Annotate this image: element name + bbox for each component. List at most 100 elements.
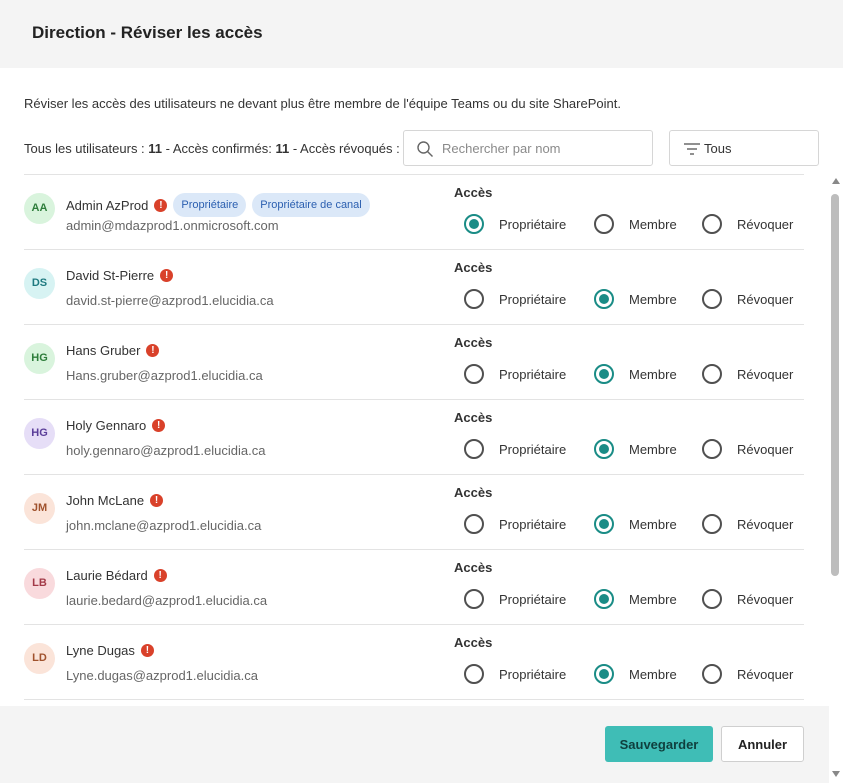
access-label: Accès: [454, 260, 493, 275]
radio-circle[interactable]: [702, 439, 722, 459]
radio-member[interactable]: Membre: [594, 289, 677, 309]
radio-member[interactable]: Membre: [594, 589, 677, 609]
user-name-line: Lyne Dugas!: [66, 643, 154, 658]
avatar: LD: [24, 643, 55, 674]
list-scrollbar[interactable]: [829, 178, 843, 783]
avatar: HG: [24, 418, 55, 449]
user-name: Holy Gennaro: [66, 418, 147, 433]
user-name-line: Hans Gruber!: [66, 343, 160, 358]
user-row: AA Admin AzProd! Propriétaire Propriétaire …: [24, 175, 804, 250]
warning-icon: !: [153, 569, 167, 582]
scroll-up-icon[interactable]: [832, 178, 840, 184]
radio-circle[interactable]: [702, 664, 722, 684]
radio-circle[interactable]: [464, 664, 484, 684]
radio-circle[interactable]: [594, 214, 614, 234]
radio-circle[interactable]: [594, 289, 614, 309]
radio-circle[interactable]: [464, 214, 484, 234]
radio-circle[interactable]: [702, 214, 722, 234]
radio-label: Révoquer: [737, 216, 794, 232]
radio-circle[interactable]: [594, 589, 614, 609]
cancel-button[interactable]: Annuler: [721, 726, 804, 762]
user-name: Lyne Dugas: [66, 643, 135, 658]
radio-member[interactable]: Membre: [594, 664, 677, 684]
warning-icon: !: [140, 644, 154, 657]
radio-label: Membre: [629, 441, 677, 457]
radio-owner[interactable]: Propriétaire: [464, 214, 566, 234]
radio-label: Propriétaire: [499, 666, 567, 682]
radio-circle[interactable]: [464, 289, 484, 309]
user-name-line: David St-Pierre!: [66, 268, 174, 283]
warning-icon: !: [160, 269, 174, 282]
summary-all-label: Tous les utilisateurs :: [24, 141, 149, 156]
user-email: admin@mdazprod1.onmicrosoft.com: [66, 218, 279, 233]
radio-revoke[interactable]: Révoquer: [702, 364, 793, 384]
radio-revoke[interactable]: Révoquer: [702, 214, 793, 234]
radio-revoke[interactable]: Révoquer: [702, 664, 793, 684]
summary-revoked-label: - Accès révoqués :: [289, 141, 404, 156]
radio-owner[interactable]: Propriétaire: [464, 664, 566, 684]
user-name-line: Admin AzProd! Propriétaire Propriétaire de…: [66, 193, 370, 217]
user-email: holy.gennaro@azprod1.elucidia.ca: [66, 443, 266, 458]
radio-label: Révoquer: [737, 291, 794, 307]
radio-owner[interactable]: Propriétaire: [464, 589, 566, 609]
radio-circle[interactable]: [464, 514, 484, 534]
radio-member[interactable]: Membre: [594, 439, 677, 459]
radio-label: Révoquer: [737, 591, 794, 607]
radio-circle[interactable]: [702, 364, 722, 384]
user-name-line: Laurie Bédard!: [66, 568, 167, 583]
user-row: LB Laurie Bédard! laurie.bedard@azprod1.el…: [24, 550, 804, 625]
radio-owner[interactable]: Propriétaire: [464, 364, 566, 384]
radio-circle[interactable]: [594, 364, 614, 384]
summary-confirmed-label: - Accès confirmés:: [162, 141, 276, 156]
search-box[interactable]: [403, 130, 653, 166]
radio-owner[interactable]: Propriétaire: [464, 289, 566, 309]
radio-circle[interactable]: [464, 364, 484, 384]
radio-revoke[interactable]: Révoquer: [702, 289, 793, 309]
dialog-description: Réviser les accès des utilisateurs ne de…: [24, 96, 621, 111]
radio-revoke[interactable]: Révoquer: [702, 514, 793, 534]
user-name: Admin AzProd: [66, 197, 149, 213]
radio-circle[interactable]: [702, 289, 722, 309]
radio-circle[interactable]: [702, 514, 722, 534]
radio-owner[interactable]: Propriétaire: [464, 439, 566, 459]
radio-circle[interactable]: [464, 589, 484, 609]
radio-label: Révoquer: [737, 516, 794, 532]
avatar: LB: [24, 568, 55, 599]
dialog-footer: Sauvegarder Annuler: [0, 706, 829, 783]
warning-icon: !: [154, 198, 168, 212]
warning-icon: !: [146, 344, 160, 357]
dialog-title: Direction - Réviser les accès: [32, 23, 263, 42]
access-label: Accès: [454, 635, 493, 650]
user-name-line: John McLane!: [66, 493, 164, 508]
access-summary: Tous les utilisateurs : 11 - Accès confi…: [24, 141, 411, 156]
radio-label: Membre: [629, 291, 677, 307]
radio-circle[interactable]: [464, 439, 484, 459]
radio-revoke[interactable]: Révoquer: [702, 589, 793, 609]
filter-dropdown[interactable]: Tous: [669, 130, 819, 166]
search-input[interactable]: [442, 137, 642, 159]
radio-circle[interactable]: [594, 514, 614, 534]
radio-label: Membre: [629, 216, 677, 232]
radio-label: Propriétaire: [499, 291, 567, 307]
user-email: david.st-pierre@azprod1.elucidia.ca: [66, 293, 274, 308]
warning-icon: !: [152, 419, 166, 432]
user-list: AA Admin AzProd! Propriétaire Propriétaire …: [24, 174, 804, 706]
radio-owner[interactable]: Propriétaire: [464, 514, 566, 534]
user-email: john.mclane@azprod1.elucidia.ca: [66, 518, 262, 533]
user-email: laurie.bedard@azprod1.elucidia.ca: [66, 593, 268, 608]
radio-revoke[interactable]: Révoquer: [702, 439, 793, 459]
radio-member[interactable]: Membre: [594, 214, 677, 234]
save-button[interactable]: Sauvegarder: [605, 726, 713, 762]
summary-confirmed-count: 11: [275, 141, 290, 156]
user-email: Lyne.dugas@azprod1.elucidia.ca: [66, 668, 258, 683]
radio-label: Membre: [629, 366, 677, 382]
user-row: HG Holy Gennaro! holy.gennaro@azprod1.eluc…: [24, 400, 804, 475]
radio-circle[interactable]: [594, 664, 614, 684]
scroll-down-icon[interactable]: [832, 771, 840, 777]
radio-circle[interactable]: [702, 589, 722, 609]
radio-member[interactable]: Membre: [594, 514, 677, 534]
radio-label: Propriétaire: [499, 216, 567, 232]
radio-member[interactable]: Membre: [594, 364, 677, 384]
radio-circle[interactable]: [594, 439, 614, 459]
scrollbar-thumb[interactable]: [831, 194, 839, 576]
